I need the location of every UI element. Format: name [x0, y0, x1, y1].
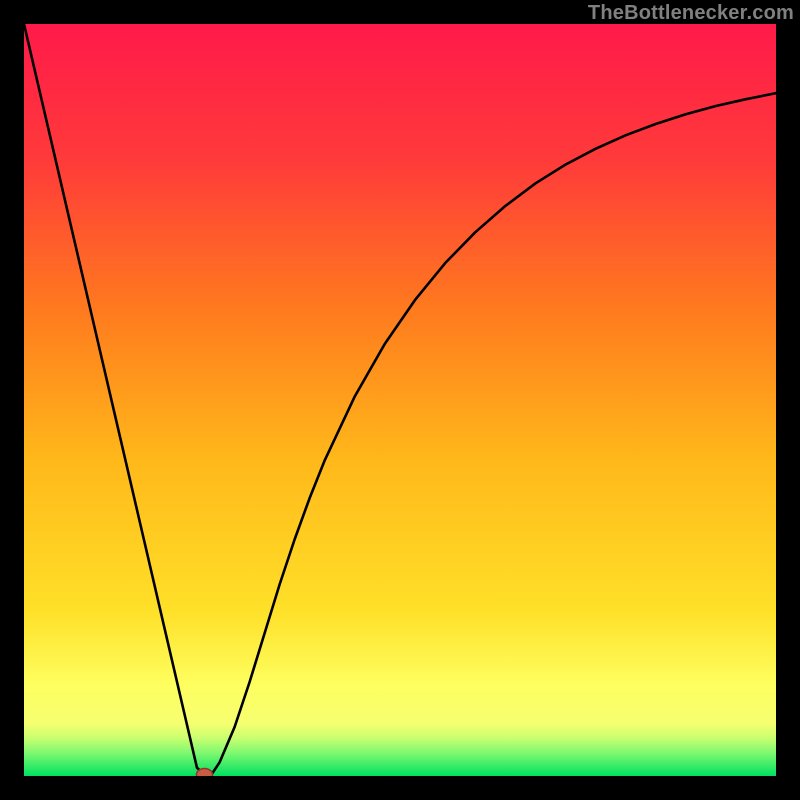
chart-frame	[24, 24, 776, 776]
minimum-marker	[196, 769, 212, 777]
bottleneck-heatmap-chart	[24, 24, 776, 776]
gradient-background	[24, 24, 776, 776]
attribution-text: TheBottlenecker.com	[588, 2, 794, 25]
